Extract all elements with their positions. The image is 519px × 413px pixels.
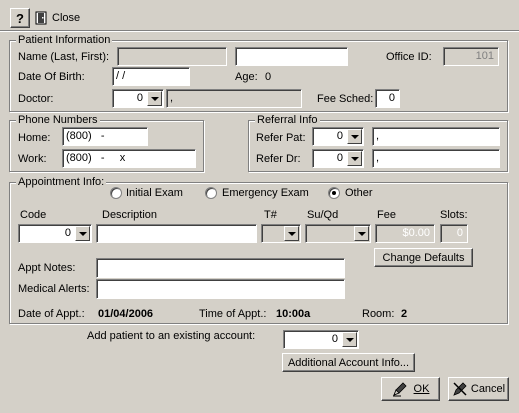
work-phone-field[interactable]: (800) - x <box>62 149 196 168</box>
room-value: 2 <box>401 308 408 320</box>
refer-dr-name-field[interactable]: , <box>372 149 500 168</box>
patient-information-title: Patient Information <box>16 34 113 46</box>
dob-label: Date Of Birth: <box>18 71 85 83</box>
radio-initial-exam[interactable] <box>110 187 122 199</box>
chevron-down-icon[interactable] <box>347 151 362 166</box>
radio-emergency-exam[interactable] <box>205 187 217 199</box>
last-name-field[interactable] <box>117 47 227 66</box>
room-label: Room: <box>362 308 395 320</box>
code-column-label: Code <box>20 209 47 221</box>
toolbar-separator <box>0 30 519 32</box>
chevron-down-icon <box>284 226 299 241</box>
add-to-account-label: Add patient to an existing account: <box>87 330 256 342</box>
refer-pat-name-field[interactable]: , <box>372 127 500 146</box>
date-of-appt-value: 01/04/2006 <box>98 308 154 320</box>
chevron-down-icon[interactable] <box>75 226 90 241</box>
appt-notes-field[interactable] <box>96 258 345 278</box>
change-defaults-button[interactable]: Change Defaults <box>374 248 473 267</box>
tooth-number-column-label: T# <box>264 209 277 221</box>
chevron-down-icon[interactable] <box>342 332 357 347</box>
refer-pat-value: 0 <box>336 130 343 142</box>
radio-emergency-exam-label: Emergency Exam <box>222 187 309 199</box>
doctor-combo[interactable]: 0 <box>112 89 164 108</box>
medical-alerts-field[interactable] <box>96 279 345 299</box>
cancel-pen-icon <box>452 381 468 397</box>
cancel-label: Cancel <box>470 383 506 395</box>
code-combo-value: 0 <box>64 227 71 239</box>
age-label: Age: <box>235 71 258 83</box>
refer-dr-combo[interactable]: 0 <box>312 149 364 168</box>
close-label: Close <box>52 12 81 24</box>
ok-label: OK <box>413 383 430 395</box>
time-of-appt-value: 10:00a <box>276 308 311 320</box>
help-button[interactable]: ? <box>10 8 30 28</box>
work-label: Work: <box>18 153 47 165</box>
description-column-label: Description <box>102 209 158 221</box>
office-id-label: Office ID: <box>386 51 432 63</box>
fee-field: $0.00 <box>375 224 435 243</box>
refer-pat-label: Refer Pat: <box>256 132 306 144</box>
home-phone-field[interactable]: (800) - <box>62 127 148 146</box>
ok-button[interactable]: OK <box>381 377 440 401</box>
refer-pat-combo[interactable]: 0 <box>312 127 364 146</box>
office-id-field: 101 <box>443 47 499 66</box>
first-name-field[interactable] <box>235 47 348 66</box>
code-combo[interactable]: 0 <box>18 224 92 243</box>
dob-field[interactable]: / / <box>112 67 190 86</box>
cancel-button[interactable]: Cancel <box>448 377 509 401</box>
time-of-appt-label: Time of Appt.: <box>199 308 267 320</box>
doctor-combo-value: 0 <box>136 92 143 104</box>
chevron-down-icon[interactable] <box>147 91 162 106</box>
age-value: 0 <box>265 71 272 83</box>
medical-alerts-label: Medical Alerts: <box>18 283 90 295</box>
refer-dr-label: Refer Dr: <box>256 153 301 165</box>
slots-field: 0 <box>440 224 468 243</box>
phone-numbers-title: Phone Numbers <box>16 114 100 126</box>
radio-other-label: Other <box>345 187 373 199</box>
doctor-label: Doctor: <box>18 93 54 105</box>
fee-sched-label: Fee Sched: <box>317 93 374 105</box>
additional-account-info-button[interactable]: Additional Account Info... <box>282 353 415 372</box>
home-label: Home: <box>18 132 51 144</box>
radio-initial-exam-label: Initial Exam <box>126 187 183 199</box>
account-combo-value: 0 <box>331 333 338 345</box>
description-field[interactable] <box>96 224 257 243</box>
close-button[interactable]: Close <box>35 9 81 27</box>
chevron-down-icon <box>354 226 369 241</box>
slots-column-label: Slots: <box>440 209 468 221</box>
tooth-number-combo <box>261 224 301 243</box>
name-label: Name (Last, First): <box>18 51 110 63</box>
surface-quadrant-combo <box>305 224 371 243</box>
door-icon <box>35 11 49 25</box>
appointment-info-title: Appointment Info: <box>16 176 107 188</box>
appt-notes-label: Appt Notes: <box>18 262 76 274</box>
surface-quadrant-column-label: Su/Qd <box>307 209 339 221</box>
fee-column-label: Fee <box>377 209 396 221</box>
pen-icon <box>392 381 408 397</box>
referral-info-title: Referral Info <box>255 114 320 126</box>
date-of-appt-label: Date of Appt.: <box>18 308 85 320</box>
radio-other[interactable] <box>328 187 340 199</box>
account-combo[interactable]: 0 <box>283 330 359 349</box>
refer-dr-value: 0 <box>336 152 343 164</box>
fee-sched-field[interactable]: 0 <box>375 89 400 108</box>
chevron-down-icon[interactable] <box>347 129 362 144</box>
doctor-name-field: , <box>166 89 302 108</box>
